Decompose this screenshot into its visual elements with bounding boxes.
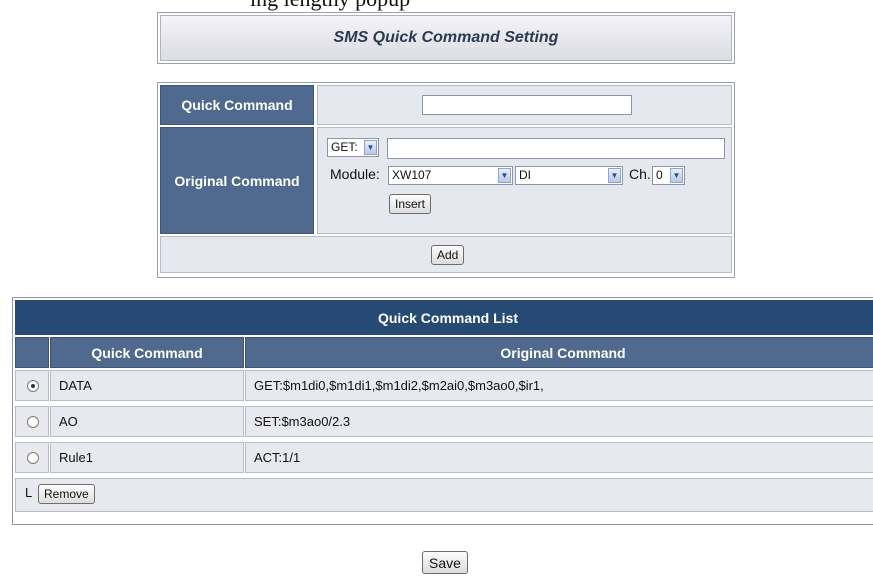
list-footer: L Remove (15, 478, 873, 512)
quick-command-cell (317, 85, 732, 125)
ch-select[interactable]: 0 ▼ (652, 166, 685, 185)
add-cell: Add (160, 236, 732, 273)
original-command-label: Original Command (160, 127, 314, 234)
list-title: Quick Command List (15, 300, 873, 335)
command-form: Quick Command Original Command GET: ▼ Mo… (157, 82, 735, 278)
type-select-value: DI (519, 168, 531, 182)
title-panel: SMS Quick Command Setting (157, 12, 735, 64)
page-title: SMS Quick Command Setting (160, 15, 732, 61)
original-command-row: Original Command GET: ▼ Module: XW107 ▼ … (160, 127, 732, 234)
ch-label: Ch. (629, 166, 651, 182)
original-command-cell: GET:$m1di0,$m1di1,$m1di2,$m2ai0,$m3ao0,$… (245, 370, 873, 401)
add-button[interactable]: Add (431, 245, 465, 265)
add-row: Add (160, 236, 732, 273)
chevron-down-icon: ▼ (670, 168, 683, 183)
select-cell (15, 370, 49, 401)
select-cell (15, 442, 49, 473)
radio-icon[interactable] (27, 380, 39, 392)
radio-icon[interactable] (27, 416, 39, 428)
module-label: Module: (330, 166, 380, 182)
insert-button[interactable]: Insert (389, 194, 432, 214)
select-cell (15, 406, 49, 437)
select-column-header (15, 337, 49, 368)
quick-command-cell: Rule1 (50, 442, 244, 473)
remove-button[interactable]: Remove (38, 484, 95, 504)
save-button[interactable]: Save (422, 551, 468, 574)
quick-command-row: Quick Command (160, 85, 732, 125)
chevron-down-icon: ▼ (498, 168, 511, 183)
original-command-cell: SET:$m3ao0/2.3 (245, 406, 873, 437)
method-select[interactable]: GET: ▼ (327, 138, 379, 157)
page-heading-partial: ing lengthy popup (250, 0, 410, 12)
corner-arrow-icon: L (25, 485, 33, 500)
quick-command-list: Quick Command List Quick Command Origina… (12, 297, 873, 525)
original-command-input[interactable] (387, 138, 725, 159)
ch-select-value: 0 (656, 168, 663, 182)
quick-command-column-header: Quick Command (50, 337, 244, 368)
radio-icon[interactable] (27, 452, 39, 464)
type-select[interactable]: DI ▼ (515, 166, 623, 185)
original-command-cell: GET: ▼ Module: XW107 ▼ DI ▼ Ch. 0 ▼ Inse… (317, 127, 732, 234)
quick-command-input[interactable] (422, 95, 632, 115)
original-command-column-header: Original Command (245, 337, 873, 368)
quick-command-cell: AO (50, 406, 244, 437)
original-command-cell: ACT:1/1 (245, 442, 873, 473)
module-select[interactable]: XW107 ▼ (388, 166, 513, 185)
method-select-value: GET: (331, 140, 358, 154)
module-select-value: XW107 (392, 168, 432, 182)
quick-command-cell: DATA (50, 370, 244, 401)
chevron-down-icon: ▼ (608, 168, 621, 183)
chevron-down-icon: ▼ (364, 140, 377, 155)
quick-command-label: Quick Command (160, 85, 314, 125)
